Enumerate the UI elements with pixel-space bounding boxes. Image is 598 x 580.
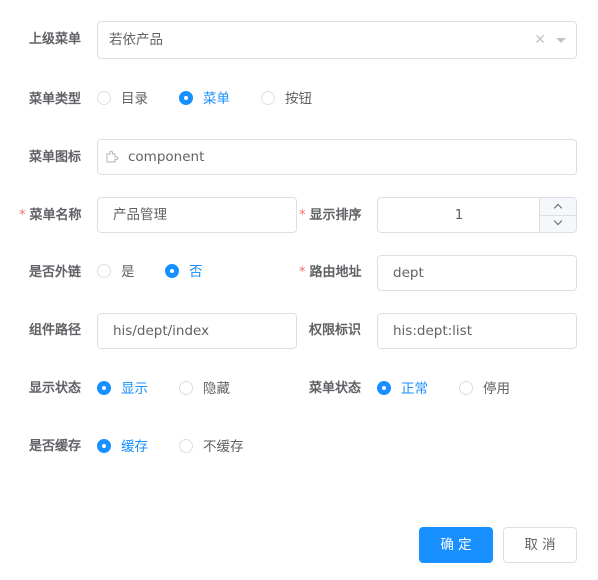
menu-icon-input[interactable]: component xyxy=(97,139,577,175)
radio-cache-no-label: 不缓存 xyxy=(203,439,244,455)
component-path-label: 组件路径 xyxy=(29,323,82,338)
radio-circle[interactable] xyxy=(377,381,391,395)
radio-directory-label: 目录 xyxy=(121,91,148,107)
route-path-label: * 路由地址 xyxy=(299,263,362,283)
chevron-down-icon xyxy=(553,216,563,226)
radio-button-label: 按钮 xyxy=(285,91,312,107)
component-icon xyxy=(106,150,119,163)
stepper-controls xyxy=(539,198,576,232)
menu-status-label: 菜单状态 xyxy=(309,381,362,396)
chevron-up-icon xyxy=(553,203,563,213)
radio-external-yes-label: 是 xyxy=(121,264,135,280)
menu-name-label-text: 菜单名称 xyxy=(29,208,82,223)
menu-name-label: * 菜单名称 xyxy=(19,206,82,226)
radio-status-disabled[interactable]: 停用 xyxy=(459,379,510,399)
radio-circle[interactable] xyxy=(97,381,111,395)
radio-visible-hide-label: 隐藏 xyxy=(203,381,230,397)
required-mark: * xyxy=(299,208,306,223)
radio-status-normal-label: 正常 xyxy=(401,381,428,397)
radio-circle[interactable] xyxy=(97,264,111,278)
radio-cache-yes-label: 缓存 xyxy=(121,439,148,455)
radio-status-normal[interactable]: 正常 xyxy=(377,379,428,399)
sort-order-label: * 显示排序 xyxy=(299,206,362,226)
radio-circle[interactable] xyxy=(179,381,193,395)
radio-menu[interactable]: 菜单 xyxy=(179,89,230,109)
is-cache-label: 是否缓存 xyxy=(29,439,82,454)
radio-circle[interactable] xyxy=(97,439,111,453)
radio-circle[interactable] xyxy=(97,91,111,105)
cancel-button[interactable]: 取 消 xyxy=(503,527,577,563)
sort-order-stepper[interactable]: 1 xyxy=(377,197,577,233)
radio-menu-label: 菜单 xyxy=(203,91,230,107)
radio-circle[interactable] xyxy=(165,264,179,278)
radio-cache-no[interactable]: 不缓存 xyxy=(179,437,244,457)
route-path-label-text: 路由地址 xyxy=(309,265,362,280)
radio-visible-hide[interactable]: 隐藏 xyxy=(179,379,230,399)
radio-directory[interactable]: 目录 xyxy=(97,89,148,109)
radio-visible-show[interactable]: 显示 xyxy=(97,379,148,399)
route-path-input[interactable]: dept xyxy=(377,255,577,291)
parent-menu-select[interactable]: 若依产品 ✕ xyxy=(97,21,577,59)
required-mark: * xyxy=(299,265,306,280)
menu-icon-label: 菜单图标 xyxy=(29,150,82,165)
visible-label: 显示状态 xyxy=(29,381,82,396)
permission-label: 权限标识 xyxy=(309,323,362,338)
is-external-label: 是否外链 xyxy=(29,265,82,280)
radio-external-no[interactable]: 否 xyxy=(165,262,203,282)
confirm-button[interactable]: 确 定 xyxy=(419,527,493,563)
radio-circle[interactable] xyxy=(179,439,193,453)
sort-order-label-text: 显示排序 xyxy=(309,208,362,223)
decrease-button[interactable] xyxy=(540,215,576,232)
radio-status-disabled-label: 停用 xyxy=(483,381,510,397)
sort-order-value[interactable]: 1 xyxy=(378,198,540,232)
radio-external-yes[interactable]: 是 xyxy=(97,262,135,282)
menu-name-input[interactable]: 产品管理 xyxy=(97,197,297,233)
menu-icon-value: component xyxy=(128,149,205,165)
permission-input[interactable]: his:dept:list xyxy=(377,313,577,349)
radio-visible-show-label: 显示 xyxy=(121,381,148,397)
close-icon[interactable]: ✕ xyxy=(534,22,546,58)
radio-cache-yes[interactable]: 缓存 xyxy=(97,437,148,457)
parent-menu-value: 若依产品 xyxy=(109,32,163,48)
radio-button[interactable]: 按钮 xyxy=(261,89,312,109)
radio-circle[interactable] xyxy=(179,91,193,105)
menu-type-label: 菜单类型 xyxy=(29,92,82,107)
parent-menu-label: 上级菜单 xyxy=(29,32,82,47)
required-mark: * xyxy=(19,208,26,223)
increase-button[interactable] xyxy=(540,198,576,216)
radio-circle[interactable] xyxy=(261,91,275,105)
radio-circle[interactable] xyxy=(459,381,473,395)
radio-external-no-label: 否 xyxy=(189,264,203,280)
chevron-down-icon[interactable] xyxy=(556,38,566,43)
component-path-input[interactable]: his/dept/index xyxy=(97,313,297,349)
